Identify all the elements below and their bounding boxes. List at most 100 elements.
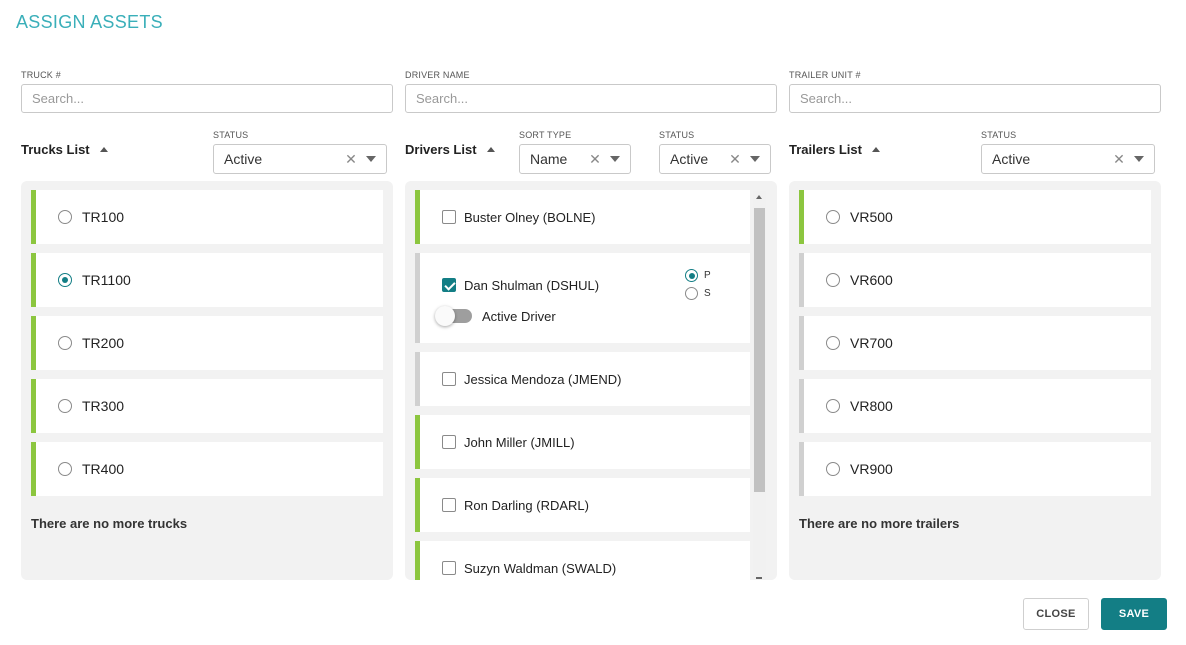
driver-list-item[interactable]: Buster Olney (BOLNE)	[415, 190, 750, 244]
trailer-list-item[interactable]: VR900	[799, 442, 1151, 496]
trailer-label: VR700	[850, 335, 893, 351]
trailer-list-item[interactable]: VR800	[799, 379, 1151, 433]
driver-checkbox[interactable]	[442, 498, 456, 512]
secondary-radio[interactable]	[685, 287, 698, 300]
trailer-radio[interactable]	[826, 336, 840, 350]
trailers-empty-message: There are no more trailers	[799, 516, 960, 531]
truck-label: TR200	[82, 335, 125, 351]
sort-type-label: SORT TYPE	[519, 130, 572, 140]
scroll-up-arrow-icon[interactable]	[756, 195, 762, 199]
truck-search-input[interactable]	[21, 84, 393, 113]
driver-checkbox[interactable]	[442, 372, 456, 386]
chevron-down-icon[interactable]	[610, 156, 620, 162]
trailer-list-item[interactable]: VR700	[799, 316, 1151, 370]
drivers-status-label: STATUS	[659, 130, 695, 140]
trailer-label: VR900	[850, 461, 893, 477]
truck-list-item[interactable]: TR300	[31, 379, 383, 433]
driver-checkbox[interactable]	[442, 561, 456, 575]
drivers-status-value: Active	[670, 151, 709, 167]
sort-type-value: Name	[530, 151, 568, 167]
driver-list-item[interactable]: Suzyn Waldman (SWALD)	[415, 541, 750, 580]
close-x-icon[interactable]: ✕	[344, 151, 358, 168]
close-x-icon[interactable]: ✕	[588, 151, 602, 168]
trailers-list-header[interactable]: Trailers List	[789, 142, 880, 157]
scrollbar-thumb[interactable]	[754, 208, 765, 492]
primary-option[interactable]: P	[685, 269, 711, 282]
trucks-list-header[interactable]: Trucks List	[21, 142, 108, 157]
driver-label: Ron Darling (RDARL)	[464, 497, 589, 513]
truck-label: TR300	[82, 398, 125, 414]
trailer-radio[interactable]	[826, 399, 840, 413]
truck-radio[interactable]	[58, 210, 72, 224]
driver-field-label: DRIVER NAME	[405, 70, 470, 80]
drivers-status-select[interactable]: Active ✕	[659, 144, 771, 174]
trailer-label: VR600	[850, 272, 893, 288]
trailer-field-label: TRAILER UNIT #	[789, 70, 861, 80]
truck-radio[interactable]	[58, 399, 72, 413]
trailer-radio[interactable]	[826, 462, 840, 476]
driver-label: Jessica Mendoza (JMEND)	[464, 371, 622, 387]
save-button[interactable]: SAVE	[1101, 598, 1167, 630]
truck-label: TR100	[82, 209, 125, 225]
trailers-list-panel: VR500 VR600 VR700 VR800 VR900 There are …	[789, 181, 1161, 580]
truck-radio[interactable]	[58, 336, 72, 350]
trailer-radio[interactable]	[826, 273, 840, 287]
chevron-down-icon[interactable]	[366, 156, 376, 162]
driver-list-item[interactable]: Ron Darling (RDARL)	[415, 478, 750, 532]
truck-list-item[interactable]: TR400	[31, 442, 383, 496]
trailer-radio[interactable]	[826, 210, 840, 224]
drivers-list-header[interactable]: Drivers List	[405, 142, 495, 157]
driver-list-item-expanded[interactable]: Dan Shulman (DSHUL) P S Active Driver	[415, 253, 750, 343]
secondary-option[interactable]: S	[685, 287, 711, 300]
sort-type-select[interactable]: Name ✕	[519, 144, 631, 174]
trailers-column: TRAILER UNIT # Trailers List STATUS Acti…	[789, 0, 1161, 645]
trailers-status-value: Active	[992, 151, 1031, 167]
primary-label: P	[704, 270, 711, 281]
driver-checkbox[interactable]	[442, 210, 456, 224]
driver-list-item[interactable]: John Miller (JMILL)	[415, 415, 750, 469]
trucks-list-title: Trucks List	[21, 142, 90, 157]
trailer-search-input[interactable]	[789, 84, 1161, 113]
drivers-list-panel: Buster Olney (BOLNE) Dan Shulman (DSHUL)…	[405, 181, 777, 580]
driver-checkbox[interactable]	[442, 435, 456, 449]
scroll-down-arrow-icon[interactable]	[756, 577, 762, 579]
trucks-status-select[interactable]: Active ✕	[213, 144, 387, 174]
driver-label: Dan Shulman (DSHUL)	[464, 277, 600, 293]
trucks-status-value: Active	[224, 151, 263, 167]
drivers-list-title: Drivers List	[405, 142, 477, 157]
primary-radio[interactable]	[685, 269, 698, 282]
truck-list-item[interactable]: TR100	[31, 190, 383, 244]
sort-ascending-icon[interactable]	[99, 147, 108, 152]
trailer-list-item[interactable]: VR600	[799, 253, 1151, 307]
truck-list-item[interactable]: TR200	[31, 316, 383, 370]
trucks-empty-message: There are no more trucks	[31, 516, 188, 531]
chevron-down-icon[interactable]	[1134, 156, 1144, 162]
truck-field-label: TRUCK #	[21, 70, 61, 80]
truck-radio-selected[interactable]	[58, 273, 72, 287]
sort-ascending-icon[interactable]	[486, 147, 495, 152]
truck-label: TR400	[82, 461, 125, 477]
truck-radio[interactable]	[58, 462, 72, 476]
active-driver-toggle[interactable]	[435, 306, 472, 326]
driver-search-input[interactable]	[405, 84, 777, 113]
driver-label: John Miller (JMILL)	[464, 434, 575, 450]
truck-label: TR1100	[82, 272, 131, 288]
trailers-status-select[interactable]: Active ✕	[981, 144, 1155, 174]
driver-label: Suzyn Waldman (SWALD)	[464, 560, 617, 576]
trailers-list-title: Trailers List	[789, 142, 862, 157]
driver-label: Buster Olney (BOLNE)	[464, 209, 596, 225]
trailer-list-item[interactable]: VR500	[799, 190, 1151, 244]
secondary-label: S	[704, 288, 711, 299]
close-button[interactable]: CLOSE	[1023, 598, 1089, 630]
trailer-label: VR500	[850, 209, 893, 225]
driver-list-item[interactable]: Jessica Mendoza (JMEND)	[415, 352, 750, 406]
truck-list-item[interactable]: TR1100	[31, 253, 383, 307]
close-x-icon[interactable]: ✕	[1112, 151, 1126, 168]
chevron-down-icon[interactable]	[750, 156, 760, 162]
driver-checkbox-checked[interactable]	[442, 278, 456, 292]
trucks-status-label: STATUS	[213, 130, 249, 140]
trucks-list-panel: TR100 TR1100 TR200 TR300 TR400 There are…	[21, 181, 393, 580]
sort-ascending-icon[interactable]	[871, 147, 880, 152]
drivers-scrollbar[interactable]	[753, 191, 766, 580]
close-x-icon[interactable]: ✕	[728, 151, 742, 168]
